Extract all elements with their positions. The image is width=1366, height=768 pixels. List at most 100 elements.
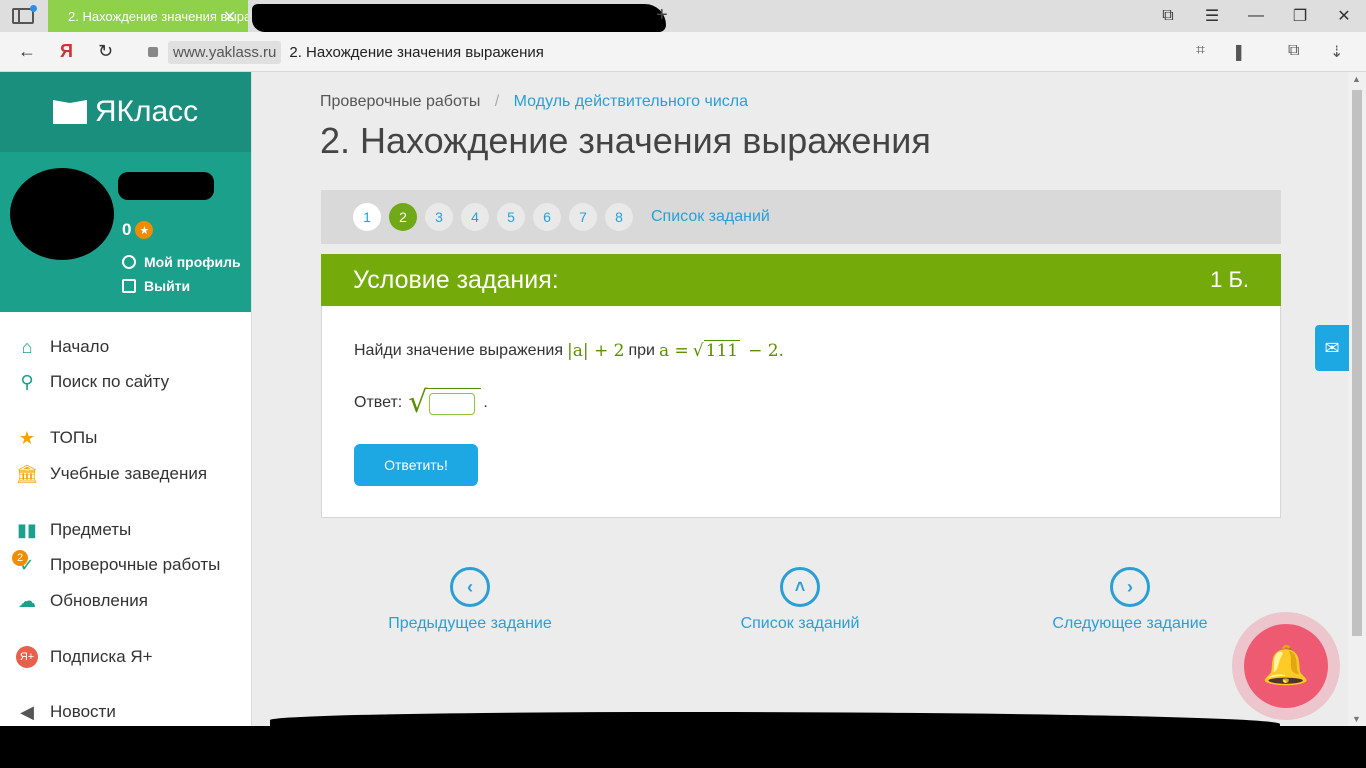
sidebar-item-label: Предметы <box>50 520 132 539</box>
page-title: 2. Нахождение значения выражения <box>320 120 931 161</box>
answer-label: Ответ: <box>354 393 403 411</box>
scrollbar[interactable]: ▲ ▼ <box>1348 72 1366 726</box>
sidebar-item-label: ТОПы <box>50 428 98 447</box>
restore-icon[interactable]: ❐ <box>1278 6 1322 26</box>
profile-link[interactable]: Мой профиль <box>122 254 241 270</box>
download-icon[interactable]: ⇣ <box>1330 42 1343 62</box>
sidebar-item-subscription[interactable]: Я+ Подписка Я+ <box>16 646 153 668</box>
question-text: Найди значение выражения <box>354 341 564 359</box>
yandex-icon[interactable]: Я <box>60 41 73 62</box>
step-7[interactable]: 7 <box>569 203 597 231</box>
next-task-label: Следующее задание <box>1052 615 1208 632</box>
sidebar-item-news[interactable]: ◀ Новости <box>16 701 116 723</box>
redacted-taskbar <box>0 726 1366 768</box>
profile-link-label: Мой профиль <box>144 254 241 270</box>
sqrt-argument: 111 <box>703 340 741 361</box>
close-window-icon[interactable]: ✕ <box>1322 6 1366 26</box>
bookmark-icon[interactable]: ❚ <box>1232 42 1245 62</box>
user-icon <box>122 255 136 269</box>
mail-icon[interactable]: ✉ <box>1315 325 1349 371</box>
home-icon: ⌂ <box>21 336 33 357</box>
redacted-tabs <box>252 4 666 32</box>
step-4[interactable]: 4 <box>461 203 489 231</box>
lock-icon <box>148 47 158 57</box>
breadcrumb-separator: / <box>494 93 500 110</box>
step-3[interactable]: 3 <box>425 203 453 231</box>
sidebar-item-tests[interactable]: ✓ Проверочные работы <box>16 554 220 576</box>
logout-icon <box>122 279 136 293</box>
step-8[interactable]: 8 <box>605 203 633 231</box>
school-icon: 🏛 <box>15 463 39 484</box>
menu-icon[interactable]: ☰ <box>1190 6 1234 26</box>
score-value: 0 <box>122 220 132 239</box>
cloud-icon: ☁ <box>18 590 36 611</box>
back-icon[interactable]: ← <box>18 41 36 62</box>
user-name-redacted <box>118 172 214 200</box>
logo[interactable]: ЯКласс <box>0 72 251 152</box>
step-2[interactable]: 2 <box>389 203 417 231</box>
url-page-title: 2. Нахождение значения выражения <box>289 43 544 61</box>
megaphone-icon: ◀ <box>20 701 34 722</box>
tests-badge: 2 <box>12 550 28 566</box>
translate-icon[interactable]: ⌗ <box>1196 42 1205 60</box>
yaplus-icon: Я+ <box>16 646 38 668</box>
logout-link[interactable]: Выйти <box>122 278 190 294</box>
sidebar-item-home[interactable]: ⌂ Начало <box>16 336 110 358</box>
task-list-nav-label: Список заданий <box>740 615 860 632</box>
sqrt-icon: √ <box>692 340 704 361</box>
task-list-nav-link[interactable]: ˄ Список заданий <box>680 567 920 633</box>
bell-icon: 🔔 <box>1244 624 1328 708</box>
close-tab-icon[interactable]: ✕ <box>223 7 236 27</box>
extensions-icon[interactable]: ⧉ <box>1288 42 1299 60</box>
sidebar-item-search[interactable]: ⚲ Поиск по сайту <box>16 371 169 393</box>
sidebar-item-schools[interactable]: 🏛 Учебные заведения <box>15 463 208 485</box>
sidebar-item-label: Новости <box>50 702 116 721</box>
answer-row: Ответ: √ . <box>354 386 488 419</box>
scrollbar-thumb[interactable] <box>1352 90 1362 636</box>
sidebar-item-label: Проверочные работы <box>50 555 221 574</box>
score: 0 ★ <box>122 220 154 240</box>
tab-title: 2. Нахождение значения выражения <box>68 8 248 24</box>
sidebar-item-subjects[interactable]: ▮▮ Предметы <box>16 519 131 541</box>
submit-button[interactable]: Ответить! <box>354 444 478 486</box>
question: Найди значение выражения |a| + 2 при a =… <box>354 340 788 361</box>
prev-task-link[interactable]: ‹ Предыдущее задание <box>350 567 590 633</box>
new-tab-icon[interactable]: + <box>656 4 668 27</box>
scroll-up-icon[interactable]: ▲ <box>1352 74 1361 84</box>
breadcrumb-current[interactable]: Модуль действительного числа <box>514 93 748 110</box>
avatar[interactable] <box>10 168 114 260</box>
browser-tab-active[interactable]: 2. Нахождение значения выражения <box>48 0 248 32</box>
breadcrumb-root[interactable]: Проверочные работы <box>320 93 480 110</box>
task-header: Условие задания: 1 Б. <box>321 254 1281 306</box>
step-5[interactable]: 5 <box>497 203 525 231</box>
sidebar-toggle-icon[interactable] <box>12 5 37 24</box>
logo-text: ЯКласс <box>94 95 199 128</box>
task-list-link[interactable]: Список заданий <box>651 208 770 226</box>
step-6[interactable]: 6 <box>533 203 561 231</box>
sidebar-item-updates[interactable]: ☁ Обновления <box>16 590 148 612</box>
main-content: Проверочные работы / Модуль действительн… <box>252 72 1348 722</box>
sidebar-item-label: Обновления <box>50 591 148 610</box>
reload-icon[interactable]: ↻ <box>98 41 113 62</box>
sqrt-icon: √ <box>408 384 428 420</box>
sidebar-item-tops[interactable]: ★ ТОПы <box>16 427 97 449</box>
minimize-icon[interactable]: — <box>1234 7 1278 25</box>
breadcrumb: Проверочные работы / Модуль действительн… <box>320 93 748 111</box>
sidebar-item-label: Поиск по сайту <box>50 372 170 391</box>
expression-tail: − 2. <box>748 340 784 361</box>
step-1[interactable]: 1 <box>353 203 381 231</box>
next-task-link[interactable]: › Следующее задание <box>1010 567 1250 633</box>
sidebar: ЯКласс 0 ★ Мой профиль Выйти ⌂ Начало ⚲ … <box>0 72 252 768</box>
task-header-title: Условие задания: <box>353 265 559 294</box>
book-icon <box>52 100 87 124</box>
scroll-down-icon[interactable]: ▼ <box>1352 714 1361 724</box>
task-body: Найди значение выражения |a| + 2 при a =… <box>321 306 1281 518</box>
logout-link-label: Выйти <box>144 278 191 294</box>
answer-dot: . <box>483 393 488 411</box>
window-controls: ⧉ ☰ — ❐ ✕ <box>1146 0 1366 32</box>
bookmarks-icon[interactable]: ⧉ <box>1146 7 1190 25</box>
notification-button[interactable]: 🔔 <box>1232 612 1340 720</box>
answer-input[interactable] <box>429 393 476 415</box>
task-points: 1 Б. <box>1210 267 1249 292</box>
url-field[interactable]: www.yaklass.ru 2. Нахождение значения вы… <box>140 39 1270 65</box>
